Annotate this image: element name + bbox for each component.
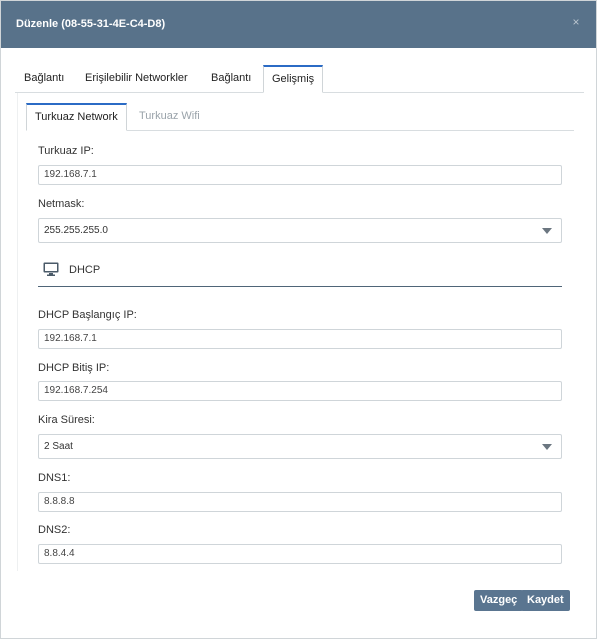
chevron-down-icon (542, 444, 552, 450)
netmask-select[interactable]: 255.255.255.0 (38, 218, 562, 243)
tab-turkuaz-network[interactable]: Turkuaz Network (26, 103, 127, 131)
monitor-icon (43, 262, 59, 276)
dns2-label: DNS2: (38, 524, 71, 536)
dns1-input[interactable]: 8.8.8.8 (38, 492, 562, 512)
sub-tab-bar: Turkuaz Network Turkuaz Wifi (26, 103, 574, 131)
dhcp-end-label: DHCP Bitiş IP: (38, 362, 110, 374)
dhcp-section-title: DHCP (69, 264, 101, 276)
turkuaz-ip-label: Turkuaz IP: (38, 145, 94, 157)
dhcp-section-header: DHCP (38, 257, 562, 287)
dhcp-start-input[interactable]: 192.168.7.1 (38, 329, 562, 349)
dhcp-end-input[interactable]: 192.168.7.254 (38, 381, 562, 401)
lease-value: 2 Saat (44, 441, 73, 452)
tab-turkuaz-wifi[interactable]: Turkuaz Wifi (131, 103, 208, 131)
dhcp-start-label: DHCP Başlangıç IP: (38, 309, 137, 321)
edit-dialog: Düzenle (08-55-31-4E-C4-D8) × Bağlantı E… (0, 0, 597, 639)
netmask-label: Netmask: (38, 198, 85, 210)
tab-baglanti-1[interactable]: Bağlantı (16, 65, 72, 93)
netmask-value: 255.255.255.0 (44, 225, 108, 236)
close-icon[interactable]: × (570, 16, 582, 28)
tab-gelismis[interactable]: Gelişmiş (263, 65, 324, 93)
dialog-title: Düzenle (08-55-31-4E-C4-D8) (16, 18, 166, 30)
save-button[interactable]: Kaydet (521, 590, 570, 611)
top-tab-bar: Bağlantı Erişilebilir Networkler Bağlant… (15, 65, 584, 93)
dns2-input[interactable]: 8.8.4.4 (38, 544, 562, 564)
cancel-button[interactable]: Vazgeç (474, 590, 524, 611)
lease-label: Kira Süresi: (38, 414, 95, 426)
dns1-label: DNS1: (38, 472, 71, 484)
tab-baglanti-2[interactable]: Bağlantı (203, 65, 259, 93)
tab-erisilebilir-networkler[interactable]: Erişilebilir Networkler (77, 65, 196, 93)
chevron-down-icon (542, 228, 552, 234)
dialog-header: Düzenle (08-55-31-4E-C4-D8) × (1, 1, 596, 48)
turkuaz-ip-input[interactable]: 192.168.7.1 (38, 165, 562, 185)
lease-select[interactable]: 2 Saat (38, 434, 562, 459)
